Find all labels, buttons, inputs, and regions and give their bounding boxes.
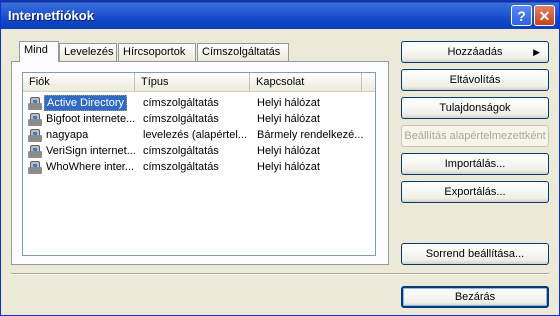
list-header: Fiók Típus Kapcsolat [23,73,375,92]
window-title: Internetfiókok [8,8,94,23]
account-name-cell: WhoWhere inter... [27,159,155,175]
account-connection: Helyi hálózat [257,145,320,157]
account-name: nagyapa [46,129,89,141]
set-default-button[interactable]: Beállítás alapértelmezettként [401,125,549,147]
close-button[interactable]: Bezárás [401,286,549,308]
dialog-separator [11,273,549,275]
account-name-cell: nagyapa [27,127,155,143]
export-button[interactable]: Exportálás... [401,181,549,203]
properties-button[interactable]: Tulajdonságok [401,97,549,119]
tab-all[interactable]: Mind [19,41,59,62]
title-bar[interactable]: Internetfiókok ? ✕ [1,1,559,29]
remove-button[interactable]: Eltávolítás [401,69,549,91]
import-button[interactable]: Importálás... [401,153,549,175]
directory-service-icon [27,96,43,110]
column-header-connection[interactable]: Kapcsolat [250,73,362,91]
add-button[interactable]: Hozzáadás ▶ [401,41,549,63]
account-row[interactable]: VeriSign internet... címszolgáltatás Hel… [23,143,375,159]
internet-accounts-dialog: Internetfiókok ? ✕ Mind Levelezés Hírcso… [0,0,560,316]
submenu-arrow-icon: ▶ [533,47,540,57]
account-name: Bigfoot internete... [46,113,136,125]
account-name: VeriSign internet... [46,145,136,157]
account-name: Active Directory [44,95,128,111]
account-connection: Helyi hálózat [257,97,320,109]
account-row[interactable]: Active Directory címszolgáltatás Helyi h… [23,95,375,111]
tab-newsgroups[interactable]: Hírcsoportok [118,43,196,61]
account-row[interactable]: nagyapa levelezés (alapértel... Bármely … [23,127,375,143]
directory-service-icon [27,144,43,158]
accounts-list[interactable]: Fiók Típus Kapcsolat Active Directory cí… [22,72,376,256]
add-button-label: Hozzáadás [447,46,503,58]
account-type: címszolgáltatás [143,145,219,157]
column-header-type[interactable]: Típus [135,73,250,91]
account-connection: Helyi hálózat [257,113,320,125]
close-window-button[interactable]: ✕ [534,5,555,26]
set-order-button[interactable]: Sorrend beállítása... [401,243,549,265]
account-connection: Helyi hálózat [257,161,320,173]
directory-service-icon [27,160,43,174]
mail-account-icon [27,128,43,142]
account-row[interactable]: Bigfoot internete... címszolgáltatás Hel… [23,111,375,127]
directory-service-icon [27,112,43,126]
tab-directory-service[interactable]: Címszolgáltatás [197,43,289,61]
tab-panel-all: Fiók Típus Kapcsolat Active Directory cí… [11,61,389,265]
help-button[interactable]: ? [511,5,532,26]
accounts-tab-control: Mind Levelezés Hírcsoportok Címszolgálta… [11,41,389,265]
account-type: címszolgáltatás [143,97,219,109]
account-type: címszolgáltatás [143,161,219,173]
account-type: levelezés (alapértel... [143,129,247,141]
column-header-account[interactable]: Fiók [23,73,135,91]
account-connection: Bármely rendelkezé... [257,129,364,141]
account-name: WhoWhere inter... [46,161,135,173]
account-name-cell: Bigfoot internete... [27,111,155,127]
account-row[interactable]: WhoWhere inter... címszolgáltatás Helyi … [23,159,375,175]
account-name-cell: VeriSign internet... [27,143,155,159]
tab-mail[interactable]: Levelezés [59,43,117,61]
account-type: címszolgáltatás [143,113,219,125]
account-name-cell: Active Directory [27,95,155,111]
